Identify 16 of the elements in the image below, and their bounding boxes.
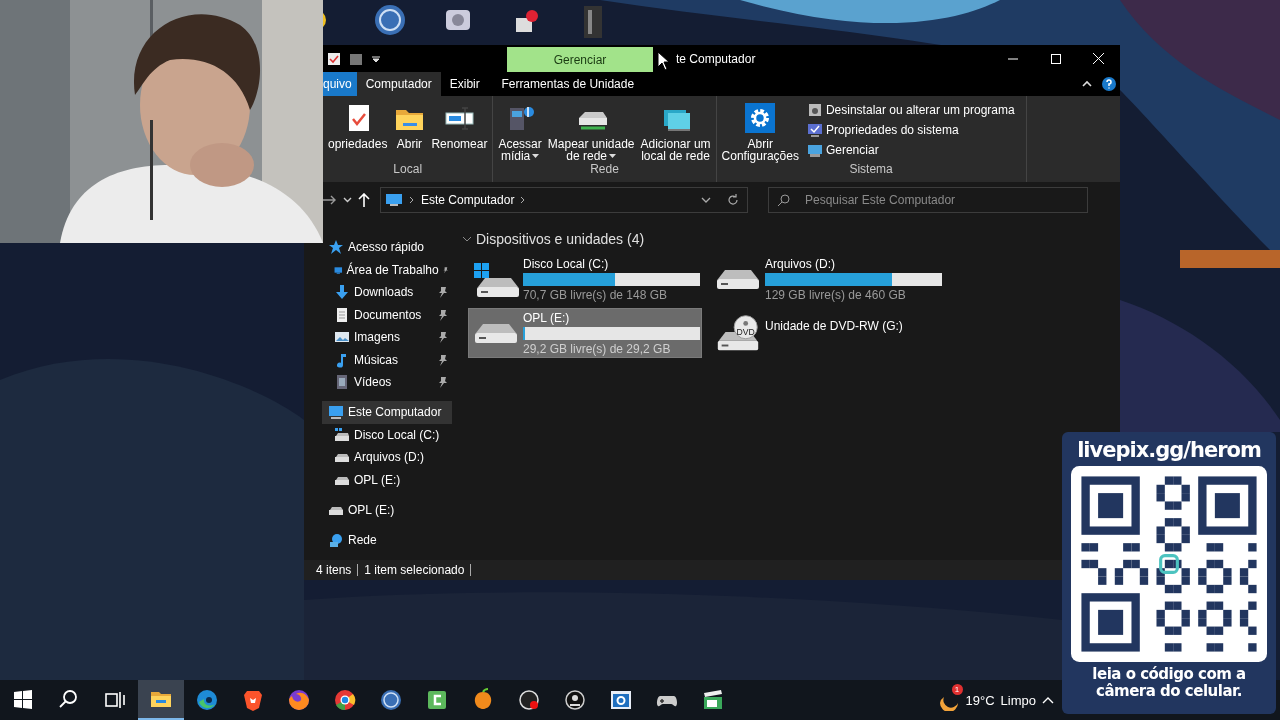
weather-condition[interactable]: Limpo <box>1000 692 1036 708</box>
start-icon <box>11 688 35 712</box>
caret-up-icon[interactable] <box>1042 696 1054 704</box>
taskbar-button[interactable] <box>138 680 184 720</box>
browser-icon <box>195 688 219 712</box>
video-editor-icon <box>425 688 449 712</box>
record-icon <box>517 688 541 712</box>
clapperboard-icon <box>701 688 725 712</box>
fox-icon <box>287 688 311 712</box>
alert-badge: 1 <box>951 684 963 695</box>
chrome-icon <box>333 688 357 712</box>
torrent-icon <box>379 688 403 712</box>
gear-window-icon <box>609 688 633 712</box>
disc-icon <box>563 688 587 712</box>
temperature[interactable]: 19°C <box>965 692 995 708</box>
lion-shield-icon <box>241 688 265 712</box>
